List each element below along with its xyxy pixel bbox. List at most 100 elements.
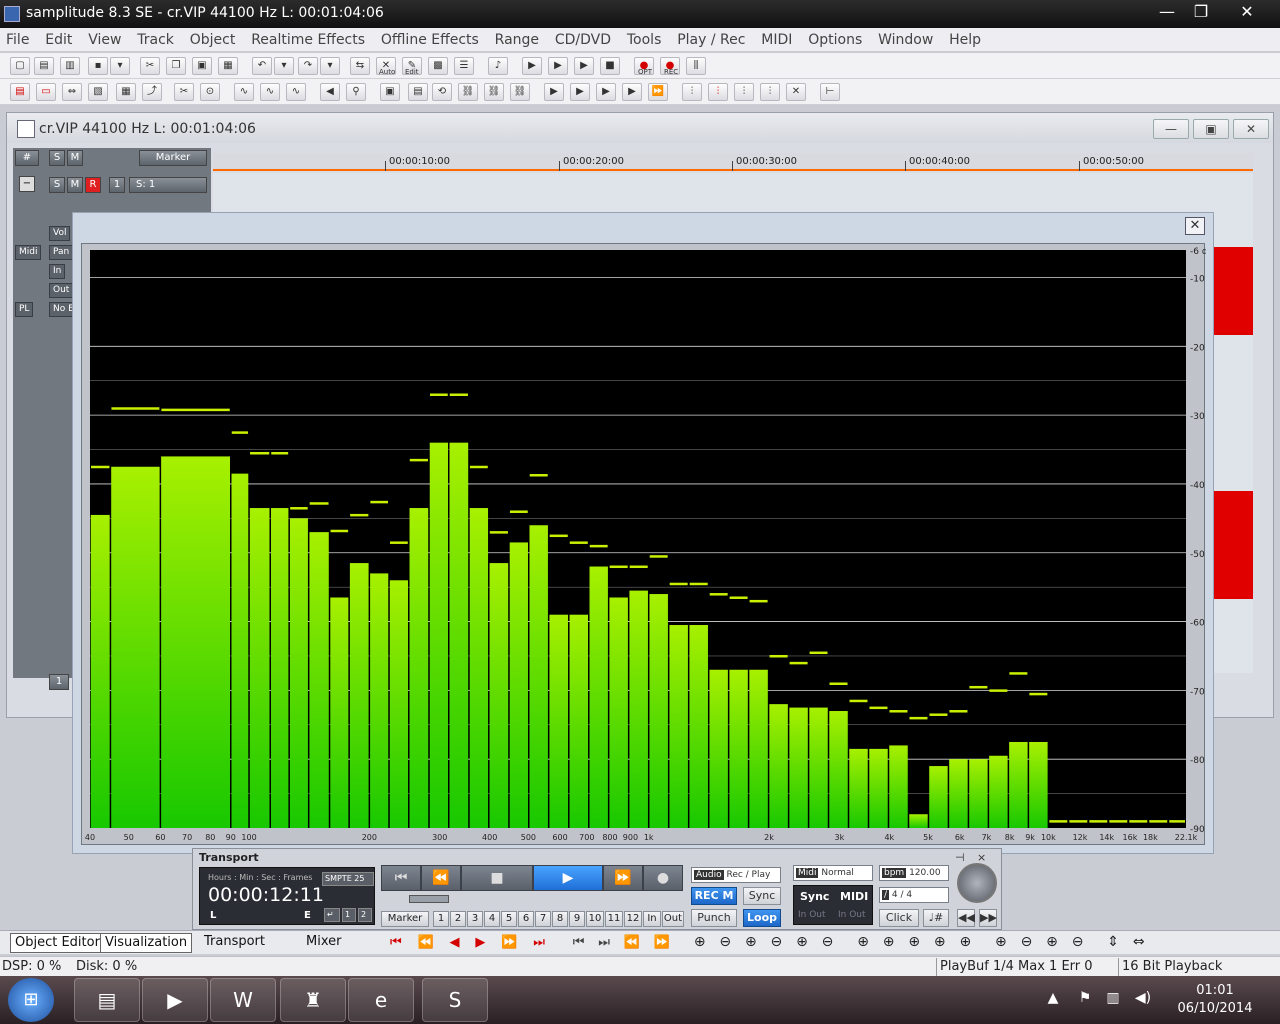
mini-button-2[interactable]: 2 <box>358 908 372 922</box>
redo-dropdown-icon[interactable]: ▾ <box>320 57 340 75</box>
scissors-icon[interactable]: ✂ <box>174 83 194 101</box>
dropdown-icon[interactable]: ▾ <box>110 57 130 75</box>
zoom-icon[interactable]: ⊙ <box>200 83 220 101</box>
zoom-out-icon[interactable]: ⊖ <box>719 934 731 950</box>
midi-mode-select[interactable]: Midi Normal <box>793 865 873 881</box>
marker-3-button[interactable]: 3 <box>467 911 483 927</box>
menu-window[interactable]: Window <box>872 28 939 52</box>
new-file-icon[interactable]: ▢ <box>10 57 30 75</box>
fit-horizontal-icon[interactable]: ⇔ <box>1133 934 1145 950</box>
loop-button[interactable]: Loop <box>743 909 781 927</box>
zoom-preset-4-icon[interactable]: ⊕ <box>934 934 946 950</box>
play-button[interactable]: ▶ <box>533 865 603 891</box>
track-name-field[interactable]: S: 1 <box>129 177 207 193</box>
zoom-tracks-icon[interactable]: ⊕ <box>796 934 808 950</box>
count-in-button[interactable]: ♩# <box>923 909 949 927</box>
record-button[interactable]: ● <box>643 865 683 891</box>
menu-cd-dvd[interactable]: CD/DVD <box>549 28 617 52</box>
zoom-reset-icon[interactable]: ⊖ <box>1072 934 1084 950</box>
marker-12-button[interactable]: 12 <box>624 911 642 927</box>
range-tool-icon[interactable]: ▤ <box>10 83 30 101</box>
start-button[interactable]: ⊞ <box>8 978 54 1022</box>
zoom-in-icon[interactable]: ⊕ <box>694 934 706 950</box>
menu-file[interactable]: File <box>0 28 35 52</box>
scrub-next-icon[interactable]: ⏩ <box>654 935 670 950</box>
magnify-icon[interactable]: ⚲ <box>346 83 366 101</box>
marker-prev-icon[interactable]: ▶ <box>544 83 564 101</box>
zoom-fit-icon[interactable]: ⊕ <box>745 934 757 950</box>
link-icon[interactable]: ⛓ <box>458 83 478 101</box>
mini-button-1[interactable]: 1 <box>342 908 356 922</box>
zoom-vertical-out-icon[interactable]: ⊖ <box>1021 934 1033 950</box>
menu-range[interactable]: Range <box>489 28 545 52</box>
play-icon[interactable]: ▶ <box>522 57 542 75</box>
samplitude-icon[interactable]: S <box>422 978 488 1022</box>
sync-button[interactable]: Sync <box>743 887 781 905</box>
cut-icon[interactable]: ✂ <box>140 57 160 75</box>
media-player-icon[interactable]: ▶ <box>142 978 208 1022</box>
paste-icon[interactable]: ▣ <box>192 57 212 75</box>
position-slider[interactable] <box>409 895 449 903</box>
output-label[interactable]: Out <box>49 283 74 298</box>
visualization-close-button[interactable]: ✕ <box>1185 217 1205 235</box>
marker-8-button[interactable]: 8 <box>552 911 568 927</box>
input-label[interactable]: In <box>49 264 66 279</box>
step-forward-icon[interactable]: ▶ <box>475 935 485 950</box>
tab-visualization[interactable]: Visualization <box>100 933 193 953</box>
marker-9-button[interactable]: 9 <box>569 911 585 927</box>
object-icon[interactable]: ▩ <box>428 57 448 75</box>
minimize-button[interactable]: — <box>1150 2 1184 24</box>
marker-button[interactable]: Marker <box>139 150 207 166</box>
save-icon[interactable]: ▪ <box>88 57 108 75</box>
speaker-icon[interactable]: ◀ <box>320 83 340 101</box>
in-button[interactable]: In <box>643 911 661 927</box>
grid-toggle-icon[interactable]: # <box>15 150 39 166</box>
go-end-icon[interactable]: ⏭ <box>533 935 545 950</box>
redo-icon[interactable]: ↷ <box>298 57 318 75</box>
transport-pin-button[interactable]: ⊣ <box>955 851 965 864</box>
zoom-range-icon[interactable]: ⇔ <box>62 83 82 101</box>
menu-realtime-effects[interactable]: Realtime Effects <box>245 28 371 52</box>
system-clock[interactable]: 01:01 06/10/2014 <box>1170 982 1260 1018</box>
zoom-vertical-in-icon[interactable]: ⊕ <box>995 934 1007 950</box>
tab-object-editor[interactable]: Object Editor <box>10 933 105 953</box>
scroll-icon[interactable]: ⊢ <box>820 83 840 101</box>
transport-close-button[interactable]: × <box>977 851 986 864</box>
marker-set-icon[interactable]: ▶ <box>596 83 616 101</box>
marker-4-button[interactable]: 4 <box>484 911 500 927</box>
play-cursor-icon[interactable]: ▶ <box>574 57 594 75</box>
go-start-icon[interactable]: ⏮ <box>390 935 402 950</box>
zoom-preset-5-icon[interactable]: ⊕ <box>959 934 971 950</box>
metronome-icon[interactable]: ♪ <box>488 57 508 75</box>
volume-icon[interactable]: ◀) <box>1134 990 1152 1008</box>
go-forward-icon[interactable]: ⏩ <box>501 935 517 950</box>
jog-back-button[interactable]: ◀◀ <box>957 909 975 927</box>
zoom-all-icon[interactable]: ⊖ <box>822 934 834 950</box>
tab-transport[interactable]: Transport <box>200 933 269 953</box>
time-display[interactable]: Hours : Min : Sec : Frames SMPTE 25 00:0… <box>199 867 375 925</box>
marker-5-button[interactable]: 5 <box>501 911 517 927</box>
out-button[interactable]: Out <box>662 911 684 927</box>
rewind-button[interactable]: ⏪ <box>421 865 461 891</box>
zoom-preset-3-icon[interactable]: ⊕ <box>908 934 920 950</box>
stop-button[interactable]: ■ <box>461 865 533 891</box>
chain-icon[interactable]: ⛓ <box>484 83 504 101</box>
fast-forward-button[interactable]: ⏩ <box>603 865 643 891</box>
internet-explorer-icon[interactable]: e <box>348 978 414 1022</box>
rewind-to-start-button[interactable]: ⏮ <box>381 865 421 891</box>
scrub-forward-icon[interactable]: ⏭ <box>598 935 610 950</box>
network-icon[interactable]: ▥ <box>1104 990 1122 1008</box>
vip-close-button[interactable]: ✕ <box>1233 119 1269 139</box>
cursor-icon[interactable]: ⫶ <box>682 83 702 101</box>
menu-tools[interactable]: Tools <box>621 28 668 52</box>
collapse-track-button[interactable]: − <box>19 176 35 192</box>
volume-pan-icon[interactable]: ∿ <box>286 83 306 101</box>
step-back-icon[interactable]: ◀ <box>450 935 460 950</box>
tab-mixer[interactable]: Mixer <box>302 933 345 953</box>
pan-curve-icon[interactable]: ∿ <box>260 83 280 101</box>
midi-label[interactable]: Midi <box>15 245 42 260</box>
marker-2-button[interactable]: 2 <box>450 911 466 927</box>
zoom-range-icon[interactable]: ⊖ <box>771 934 783 950</box>
snap-icon[interactable]: ⇆ <box>350 57 370 75</box>
explorer-icon[interactable]: ▤ <box>74 978 140 1022</box>
